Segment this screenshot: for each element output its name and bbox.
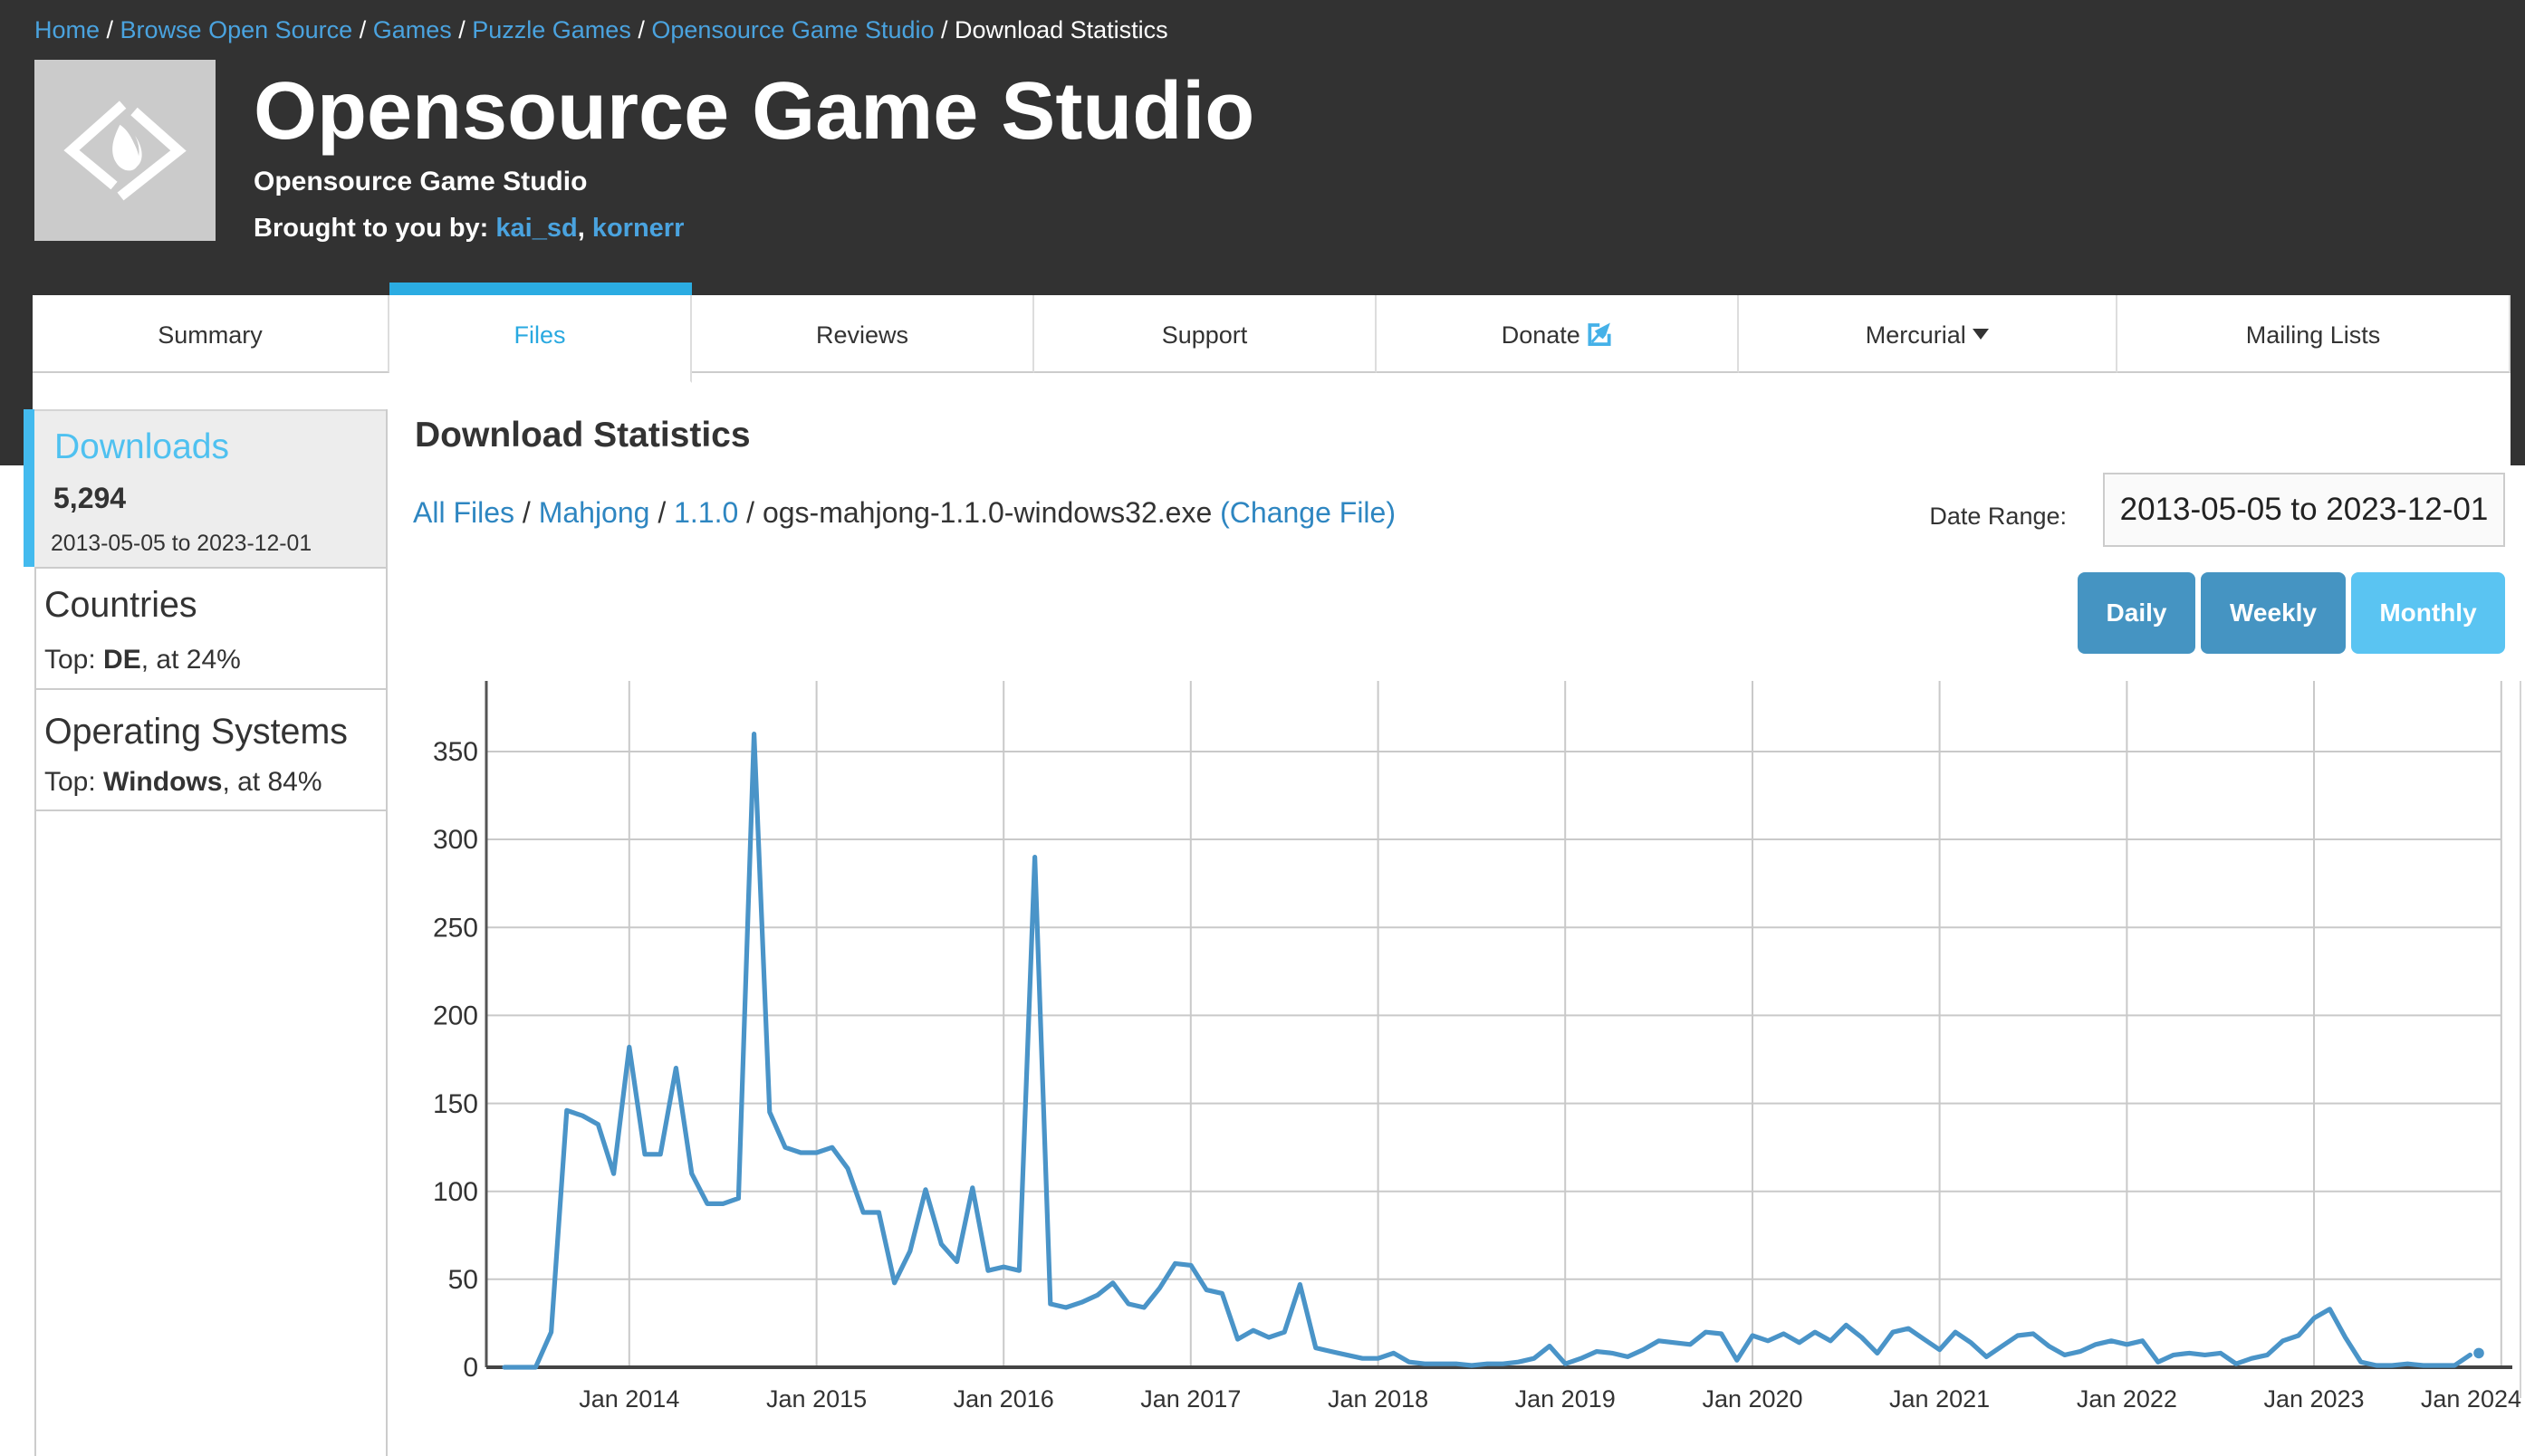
svg-text:Jan 2024: Jan 2024 — [2421, 1385, 2521, 1413]
svg-text:50: 50 — [448, 1265, 478, 1295]
svg-text:Jan 2015: Jan 2015 — [766, 1385, 867, 1413]
svg-text:Jan 2016: Jan 2016 — [954, 1385, 1054, 1413]
svg-text:Jan 2023: Jan 2023 — [2263, 1385, 2364, 1413]
svg-text:Jan 2018: Jan 2018 — [1328, 1385, 1428, 1413]
svg-text:100: 100 — [433, 1177, 478, 1207]
svg-text:300: 300 — [433, 825, 478, 855]
svg-text:350: 350 — [433, 737, 478, 767]
svg-text:Jan 2022: Jan 2022 — [2077, 1385, 2177, 1413]
svg-text:Jan 2017: Jan 2017 — [1140, 1385, 1241, 1413]
svg-text:Jan 2020: Jan 2020 — [1702, 1385, 1802, 1413]
svg-text:150: 150 — [433, 1089, 478, 1119]
svg-text:Jan 2021: Jan 2021 — [1889, 1385, 1990, 1413]
svg-text:250: 250 — [433, 913, 478, 943]
svg-text:0: 0 — [463, 1353, 478, 1383]
svg-text:Jan 2014: Jan 2014 — [579, 1385, 679, 1413]
svg-text:Jan 2019: Jan 2019 — [1515, 1385, 1616, 1413]
svg-text:200: 200 — [433, 1001, 478, 1031]
